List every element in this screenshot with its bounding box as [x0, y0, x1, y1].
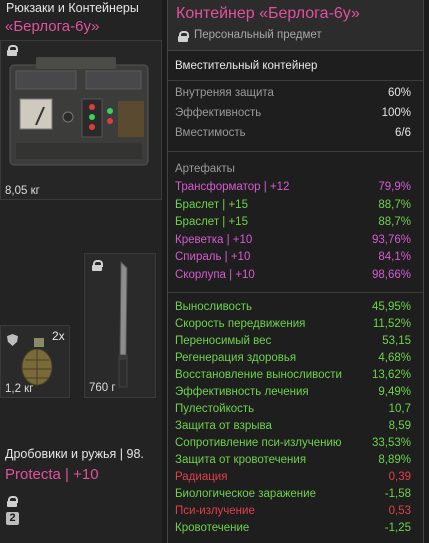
lock-icon — [92, 260, 103, 271]
effect-row-value: 0,39 — [388, 471, 411, 483]
effect-row: Восстановление выносливости 13,62% — [175, 369, 411, 385]
effect-row-label: Регенерация здоровья — [175, 352, 297, 364]
knife-weight: 760 г — [89, 382, 116, 394]
effect-row-label: Скорость передвижения — [175, 318, 306, 330]
artifact-row: Браслет | +15 88,7% — [175, 199, 411, 215]
artifact-row-label: Трансформатор | +12 — [175, 181, 290, 193]
artifact-row: Трансформатор | +12 79,9% — [175, 181, 411, 197]
base-stat-row: Эффективность 100% — [175, 107, 411, 123]
effect-row: Биологическое заражение -1,58 — [175, 488, 411, 504]
base-stat-row-value: 60% — [387, 87, 411, 99]
effect-row-value: 11,52% — [372, 318, 411, 330]
container-weight: 8,05 кг — [5, 185, 40, 197]
effect-row-value: 8,89% — [378, 454, 411, 466]
effect-row-label: Сопротивление пси-излучению — [175, 437, 342, 449]
artifact-row: Браслет | +15 88,7% — [175, 216, 411, 232]
effect-row-value: 0,53 — [388, 505, 411, 517]
effect-row: Регенерация здоровья 4,68% — [175, 352, 411, 368]
grenade-count: 2x — [52, 329, 65, 343]
effect-row-value: 9,49% — [378, 386, 411, 398]
artifact-row-label: Браслет | +15 — [175, 216, 248, 228]
base-stat-row: Внутреняя защита 60% — [175, 87, 411, 103]
base-stat-row-label: Эффективность — [175, 107, 262, 119]
lock-icon — [7, 45, 18, 56]
lock-icon — [7, 496, 18, 507]
artifact-row: Спираль | +10 84,1% — [175, 251, 411, 267]
effect-row-label: Переносимый вес — [175, 335, 272, 347]
container-image — [9, 57, 149, 166]
effect-row-value: 33,53% — [371, 437, 411, 449]
base-stat-row: Вместимость 6/6 — [175, 127, 411, 143]
artifacts-header: Артефакты — [175, 163, 235, 175]
artifact-row-value: 88,7% — [378, 216, 411, 228]
divider — [168, 292, 423, 293]
tooltip-subtitle: Персональный предмет — [194, 29, 322, 41]
tooltip-description: Вместительный контейнер — [175, 60, 318, 72]
grenade-image — [21, 338, 53, 386]
number-badge: 2 — [6, 512, 19, 525]
effect-row-label: Кровотечение — [175, 522, 250, 534]
container-slot[interactable]: 8,05 кг — [0, 40, 162, 200]
effect-row-label: Биологическое заражение — [175, 488, 316, 500]
weapon-name[interactable]: Protecta | +10 — [5, 466, 99, 483]
knife-image — [118, 260, 128, 388]
effect-row: Сопротивление пси-излучению 33,53% — [175, 437, 411, 453]
inventory-panel: Рюкзаки и Контейнеры «Берлога-6у» 8,05 к… — [0, 0, 162, 543]
base-stat-row-label: Внутреняя защита — [175, 87, 274, 99]
artifact-row-label: Спираль | +10 — [175, 251, 251, 263]
effect-row: Кровотечение -1,25 — [175, 522, 411, 538]
effect-row-label: Защита от кровотечения — [175, 454, 307, 466]
item-tooltip: Контейнер «Берлога-6у» Персональный пред… — [167, 0, 424, 543]
grenade-weight: 1,2 кг — [5, 383, 34, 395]
effect-row-label: Радиация — [175, 471, 228, 483]
effect-row-value: 53,15 — [382, 335, 411, 347]
tooltip-title: Контейнер «Берлога-6у» — [176, 5, 360, 22]
effect-row: Защита от взрыва 8,59 — [175, 420, 411, 436]
divider — [168, 151, 423, 152]
artifact-row-label: Браслет | +15 — [175, 198, 248, 211]
inventory-category-title: Рюкзаки и Контейнеры — [6, 1, 139, 15]
artifact-row-value: 88,7% — [378, 198, 411, 211]
effect-row-label: Пулестойкость — [175, 403, 255, 415]
divider — [168, 80, 423, 81]
artifact-row: Скорлупа | +10 98,66% — [175, 269, 411, 285]
shotguns-category-title: Дробовики и ружья | 98. — [5, 447, 144, 461]
effect-row-value: 13,62% — [371, 369, 411, 381]
artifact-row-value: 84,1% — [378, 251, 411, 263]
effect-row: Защита от кровотечения 8,89% — [175, 454, 411, 470]
base-stat-row-label: Вместимость — [175, 127, 246, 139]
effect-row-value: 4,68% — [378, 352, 411, 364]
effect-row-value: -1,25 — [384, 522, 411, 534]
effect-row-label: Защита от взрыва — [175, 420, 272, 432]
base-stat-row-value: 100% — [381, 107, 411, 119]
effect-row-value: 8,59 — [388, 420, 411, 432]
effect-row: Пси-излучение 0,53 — [175, 505, 411, 521]
effect-row: Скорость передвижения 11,52% — [175, 318, 411, 334]
container-name: «Берлога-6у» — [5, 18, 100, 35]
effect-row: Пулестойкость 10,7 — [175, 403, 411, 419]
artifact-row: Креветка | +10 93,76% — [175, 234, 411, 250]
artifact-row-value: 98,66% — [371, 268, 411, 281]
artifact-row-value: 79,9% — [378, 181, 411, 193]
effect-row-label: Эффективность лечения — [175, 386, 309, 398]
effect-row: Переносимый вес 53,15 — [175, 335, 411, 351]
artifact-row-label: Скорлупа | +10 — [175, 268, 255, 281]
effect-row-label: Восстановление выносливости — [175, 369, 342, 381]
effect-row-label: Пси-излучение — [175, 505, 255, 517]
effect-row-value: 45,95% — [371, 301, 411, 313]
lock-icon — [178, 31, 189, 42]
tooltip-header: Контейнер «Берлога-6у» Персональный пред… — [168, 0, 423, 51]
effect-row-value: -1,58 — [384, 488, 411, 500]
artifact-row-value: 93,76% — [371, 233, 411, 246]
artifact-row-label: Креветка | +10 — [175, 233, 253, 246]
effect-row: Выносливость 45,95% — [175, 301, 411, 317]
base-stat-row-value: 6/6 — [395, 127, 411, 139]
effect-row: Радиация 0,39 — [175, 471, 411, 487]
knife-slot[interactable]: 760 г — [84, 253, 156, 398]
effect-row-label: Выносливость — [175, 301, 252, 313]
effect-row-value: 10,7 — [388, 403, 411, 415]
effect-row: Эффективность лечения 9,49% — [175, 386, 411, 402]
